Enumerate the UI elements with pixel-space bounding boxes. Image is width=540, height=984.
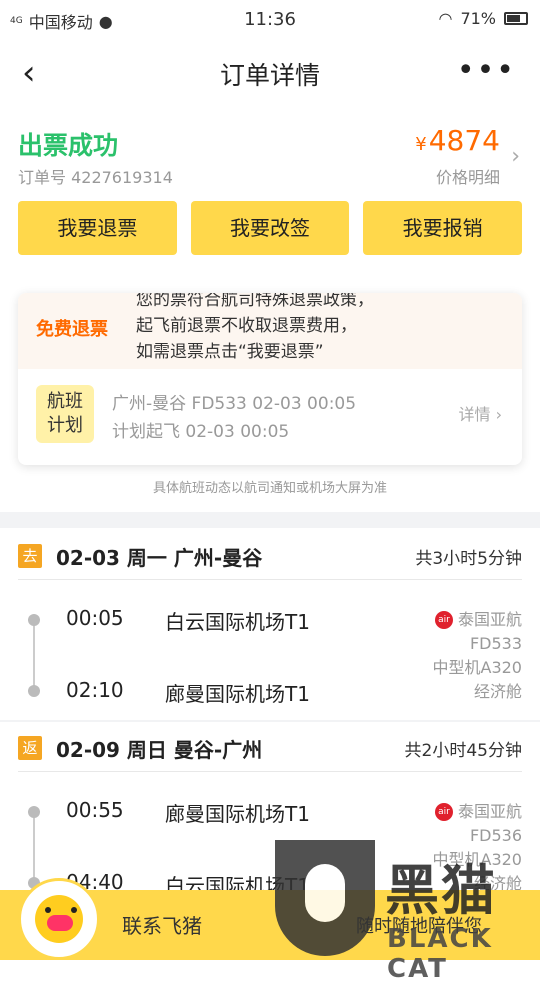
contact-fliggy-button[interactable]: 联系飞猪 xyxy=(122,910,202,939)
arrival-airport: 廊曼国际机场T1 xyxy=(165,682,310,706)
aircraft-type: 中型机A320 xyxy=(432,658,523,677)
departure-time: 00:05 xyxy=(66,606,124,630)
total-price[interactable]: ¥4874 xyxy=(415,124,500,157)
status-bar: 4G 中国移动 ● 11:36 ◠ 71% xyxy=(0,0,540,40)
price-detail-link[interactable]: 价格明细 xyxy=(436,164,500,188)
reimburse-button[interactable]: 我要报销 xyxy=(363,201,523,255)
flight-meta: air 泰国亚航 FD533 中型机A320 经济舱 xyxy=(433,608,523,704)
aircraft-type: 中型机A320 xyxy=(432,850,523,869)
ticket-status: 出票成功 xyxy=(18,131,119,160)
slogan: 随时随地陪伴您 xyxy=(356,916,482,937)
trip-header: 去 02-03 周一 广州-曼谷 共3小时5分钟 xyxy=(18,530,522,580)
timeline-line xyxy=(33,817,35,883)
trip-badge: 去 xyxy=(18,544,42,568)
arrival-dot xyxy=(28,685,40,697)
departure-dot xyxy=(28,806,40,818)
departure-dot xyxy=(28,614,40,626)
trip-route: 02-09 周日 曼谷-广州 xyxy=(56,738,263,762)
refund-button[interactable]: 我要退票 xyxy=(18,201,177,255)
cabin-class: 经济舱 xyxy=(473,682,522,701)
flight-info: 广州-曼谷 FD533 02-03 00:05 xyxy=(112,394,357,414)
free-refund-tag: 免费退票 xyxy=(36,319,108,340)
arrival-time: 02:10 xyxy=(66,678,124,702)
battery-percent: 71% xyxy=(460,9,496,28)
refund-policy-card: 免费退票 您的票符合航司特殊退票政策， 起飞前退票不收取退票费用， 如需退票点击… xyxy=(18,293,522,465)
departure-time: 00:55 xyxy=(66,798,124,822)
trip-header: 返 02-09 周日 曼谷-广州 共2小时45分钟 xyxy=(18,722,522,772)
flight-meta: air 泰国亚航 FD536 中型机A320 经济舱 xyxy=(433,800,523,896)
trip-duration: 共2小时45分钟 xyxy=(404,741,522,761)
flight-plan-badge: 航班 计划 xyxy=(36,385,94,443)
trip-badge: 返 xyxy=(18,736,42,760)
flight-number: FD536 xyxy=(469,826,522,845)
order-number: 订单号 4227619314 xyxy=(18,168,173,187)
airline-name: 泰国亚航 xyxy=(457,610,522,629)
battery-icon xyxy=(504,12,528,25)
flight-plan-row[interactable]: 航班 计划 广州-曼谷 FD533 02-03 00:05 计划起飞 02-03… xyxy=(18,369,522,465)
refund-policy-text: 您的票符合航司特殊退票政策， 起飞前退票不收取退票费用， 如需退票点击“我要退票… xyxy=(136,293,374,362)
departure-airport: 廊曼国际机场T1 xyxy=(165,802,310,826)
airline-name: 泰国亚航 xyxy=(457,802,522,821)
order-summary: 出票成功 订单号 4227619314 ¥4874 价格明细 › 我要退票 我要… xyxy=(0,108,540,518)
wifi-icon: ◠ xyxy=(438,9,453,28)
planned-departure: 计划起飞 02-03 00:05 xyxy=(112,422,290,442)
flight-number: FD533 xyxy=(469,634,522,653)
more-dots-icon[interactable]: ••• xyxy=(457,56,516,86)
trip-duration: 共3小时5分钟 xyxy=(415,549,522,569)
departure-airport: 白云国际机场T1 xyxy=(165,610,310,634)
fliggy-pig-avatar-icon[interactable] xyxy=(18,878,100,960)
nav-bar: ‹ 订单详情 ••• xyxy=(0,40,540,108)
airasia-logo-icon: air xyxy=(434,803,453,821)
divider xyxy=(0,512,540,528)
change-button[interactable]: 我要改签 xyxy=(190,201,350,255)
contact-bar[interactable]: 联系飞猪 随时随地陪伴您 xyxy=(0,878,540,960)
trip-route: 02-03 周一 广州-曼谷 xyxy=(56,546,263,570)
airasia-logo-icon: air xyxy=(434,611,453,629)
timeline-line xyxy=(33,625,35,691)
action-buttons: 我要退票 我要改签 我要报销 xyxy=(18,201,523,255)
detail-link[interactable]: 详情 › xyxy=(459,401,503,425)
outbound-trip: 去 02-03 周一 广州-曼谷 共3小时5分钟 00:05 白云国际机场T1 … xyxy=(0,530,540,720)
chevron-right-icon[interactable]: › xyxy=(511,144,520,169)
flight-status-note: 具体航班动态以航司通知或机场大屏为准 xyxy=(152,481,387,496)
